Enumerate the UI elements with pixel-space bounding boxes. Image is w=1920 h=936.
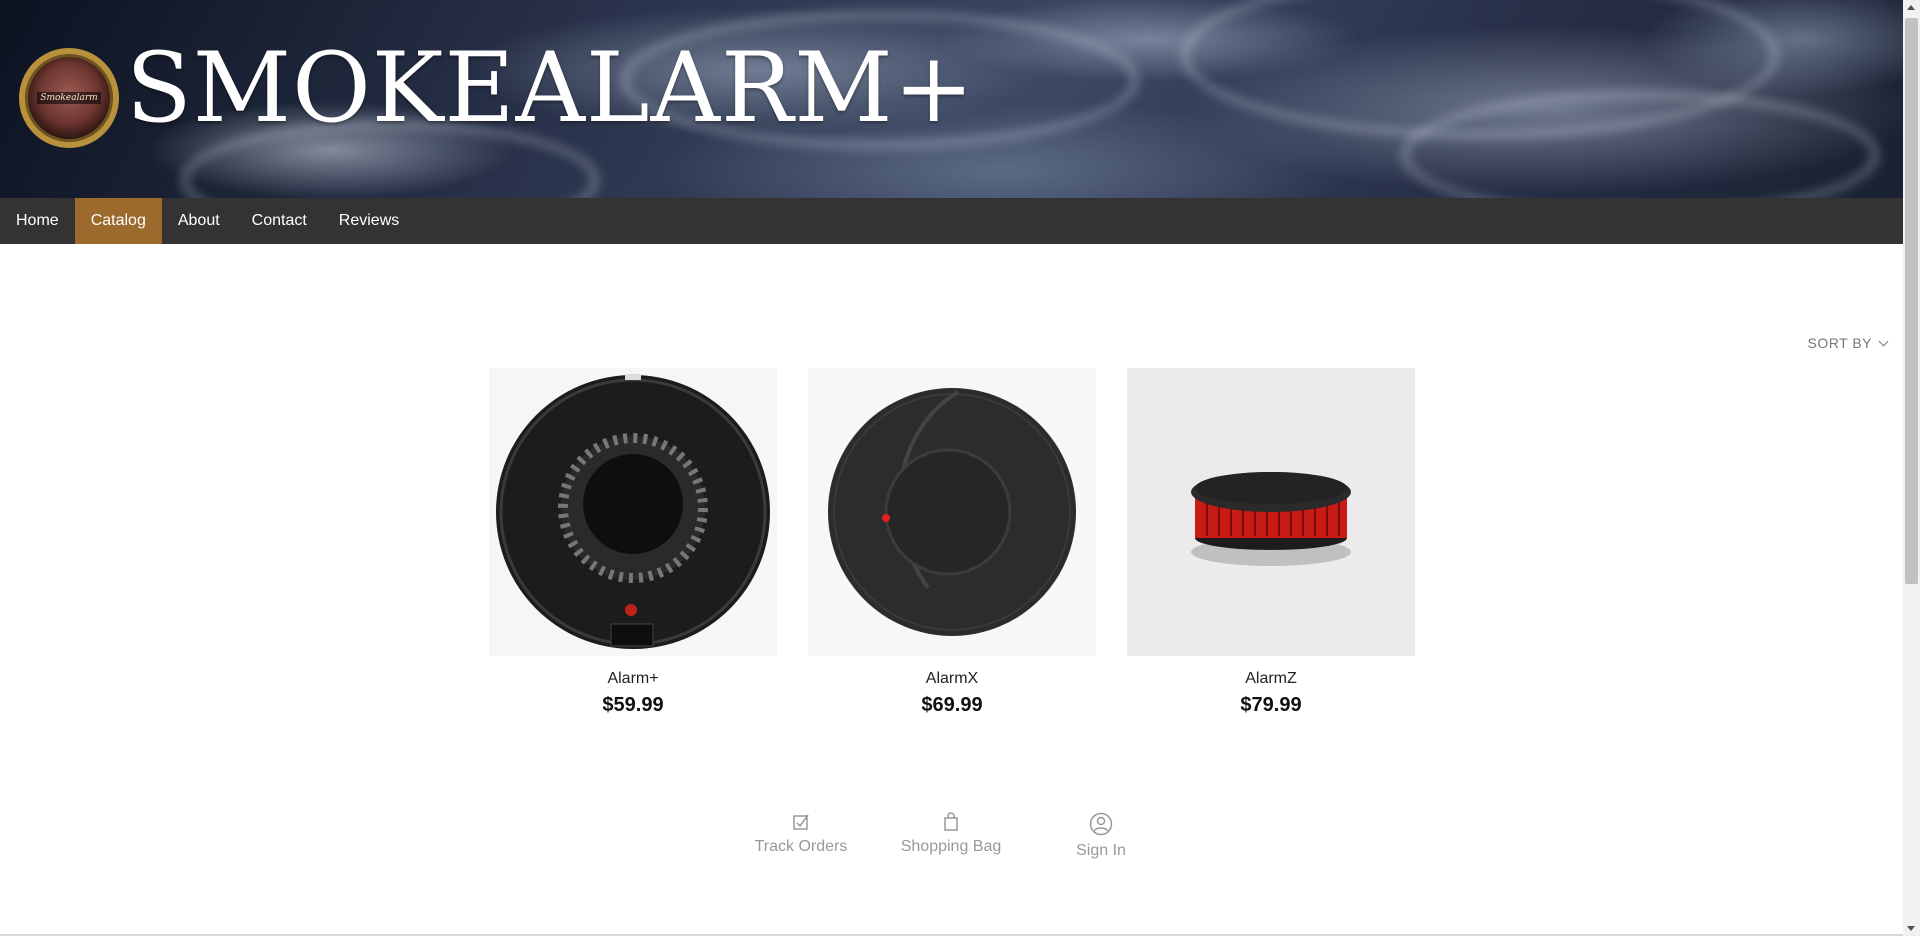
- shopping-bag-icon: [944, 812, 958, 831]
- user-icon: [1089, 812, 1113, 836]
- vertical-scrollbar[interactable]: [1903, 0, 1920, 936]
- product-image[interactable]: [808, 368, 1096, 656]
- main-nav: Home Catalog About Contact Reviews: [0, 198, 1903, 244]
- shopping-bag-link[interactable]: Shopping Bag: [871, 812, 1031, 856]
- nav-catalog[interactable]: Catalog: [74, 198, 162, 244]
- scroll-up-icon[interactable]: [1907, 5, 1915, 10]
- product-card[interactable]: AlarmX $69.99: [808, 368, 1096, 717]
- sort-by-label: SORT BY: [1807, 335, 1872, 351]
- track-orders-label: Track Orders: [754, 838, 848, 855]
- site-logo[interactable]: Smokealarm: [19, 48, 119, 148]
- nav-reviews[interactable]: Reviews: [323, 198, 415, 244]
- sign-in-link[interactable]: Sign In: [1021, 812, 1181, 860]
- product-image[interactable]: [1127, 368, 1415, 656]
- chevron-down-icon: [1878, 336, 1889, 346]
- nav-contact[interactable]: Contact: [236, 198, 323, 244]
- nav-about[interactable]: About: [162, 198, 236, 244]
- product-name[interactable]: AlarmX: [808, 670, 1096, 688]
- product-name[interactable]: Alarm+: [489, 670, 777, 688]
- product-price: $69.99: [921, 694, 983, 716]
- product-card[interactable]: AlarmZ $79.99: [1127, 368, 1415, 717]
- product-card[interactable]: Alarm+ $59.99: [489, 368, 777, 717]
- track-orders-icon: [793, 814, 809, 830]
- scroll-thumb[interactable]: [1905, 18, 1918, 584]
- sort-by-dropdown[interactable]: SORT BY: [1807, 335, 1889, 351]
- nav-home[interactable]: Home: [0, 198, 75, 244]
- site-title: SMOKEALARM+: [126, 32, 975, 144]
- track-orders-link[interactable]: Track Orders: [721, 812, 881, 856]
- scroll-down-icon[interactable]: [1907, 926, 1915, 931]
- logo-text: Smokealarm: [37, 92, 101, 104]
- product-price: $59.99: [602, 694, 664, 716]
- shopping-bag-label: Shopping Bag: [900, 838, 1002, 855]
- sign-in-label: Sign In: [1076, 842, 1126, 859]
- product-price: $79.99: [1240, 694, 1302, 716]
- product-image[interactable]: [489, 368, 777, 656]
- product-name[interactable]: AlarmZ: [1127, 670, 1415, 688]
- site-header-banner: Smokealarm SMOKEALARM+: [0, 0, 1903, 198]
